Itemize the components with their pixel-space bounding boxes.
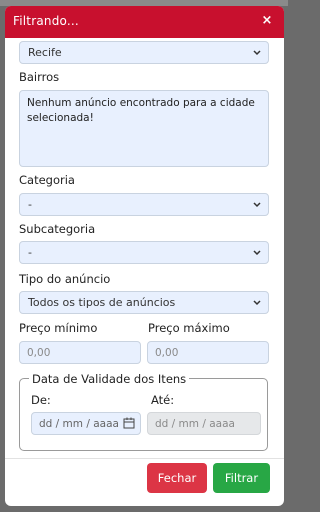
chevron-down-icon (253, 202, 261, 208)
bairros-empty-message: Nenhum anúncio encontrado para a cidade … (27, 97, 255, 124)
city-select[interactable]: Recife (19, 41, 269, 64)
data-ate-label: Até: (151, 393, 175, 407)
modal-title: Filtrando... (13, 14, 79, 28)
data-ate-input: dd / mm / aaaa (147, 412, 261, 435)
city-select-value: Recife (28, 46, 62, 59)
subcategoria-select-value: - (28, 246, 32, 259)
bairros-label: Bairros (19, 70, 60, 84)
chevron-down-icon (253, 300, 261, 306)
bairros-list[interactable]: Nenhum anúncio encontrado para a cidade … (19, 90, 269, 167)
validade-legend: Data de Validade dos Itens (29, 372, 190, 386)
footer-divider (5, 458, 284, 459)
data-de-input[interactable]: dd / mm / aaaa (31, 412, 141, 435)
data-de-label: De: (31, 393, 51, 407)
categoria-select-value: - (28, 198, 32, 211)
filter-modal: Filtrando... × Recife Bairros Nenhum anú… (5, 6, 284, 506)
calendar-icon[interactable] (123, 417, 135, 429)
filtrar-button[interactable]: Filtrar (213, 463, 270, 493)
tipo-label: Tipo do anúncio (19, 272, 111, 286)
data-de-placeholder: dd / mm / aaaa (39, 418, 119, 430)
tipo-select[interactable]: Todos os tipos de anúncios (19, 291, 269, 314)
preco-minimo-input[interactable]: 0,00 (19, 341, 141, 364)
subcategoria-label: Subcategoria (19, 222, 96, 236)
subcategoria-select[interactable]: - (19, 241, 269, 264)
preco-maximo-label: Preço máximo (148, 321, 230, 335)
preco-maximo-input[interactable]: 0,00 (147, 341, 269, 364)
data-ate-placeholder: dd / mm / aaaa (155, 418, 235, 430)
chevron-down-icon (253, 250, 261, 256)
chevron-down-icon (253, 50, 261, 56)
preco-minimo-placeholder: 0,00 (27, 347, 51, 359)
preco-maximo-placeholder: 0,00 (155, 347, 179, 359)
modal-header: Filtrando... × (5, 6, 284, 38)
fechar-button[interactable]: Fechar (147, 463, 207, 493)
categoria-select[interactable]: - (19, 193, 269, 216)
close-icon[interactable]: × (260, 13, 274, 29)
tipo-select-value: Todos os tipos de anúncios (28, 296, 176, 309)
categoria-label: Categoria (19, 173, 75, 187)
preco-minimo-label: Preço mínimo (19, 321, 98, 335)
